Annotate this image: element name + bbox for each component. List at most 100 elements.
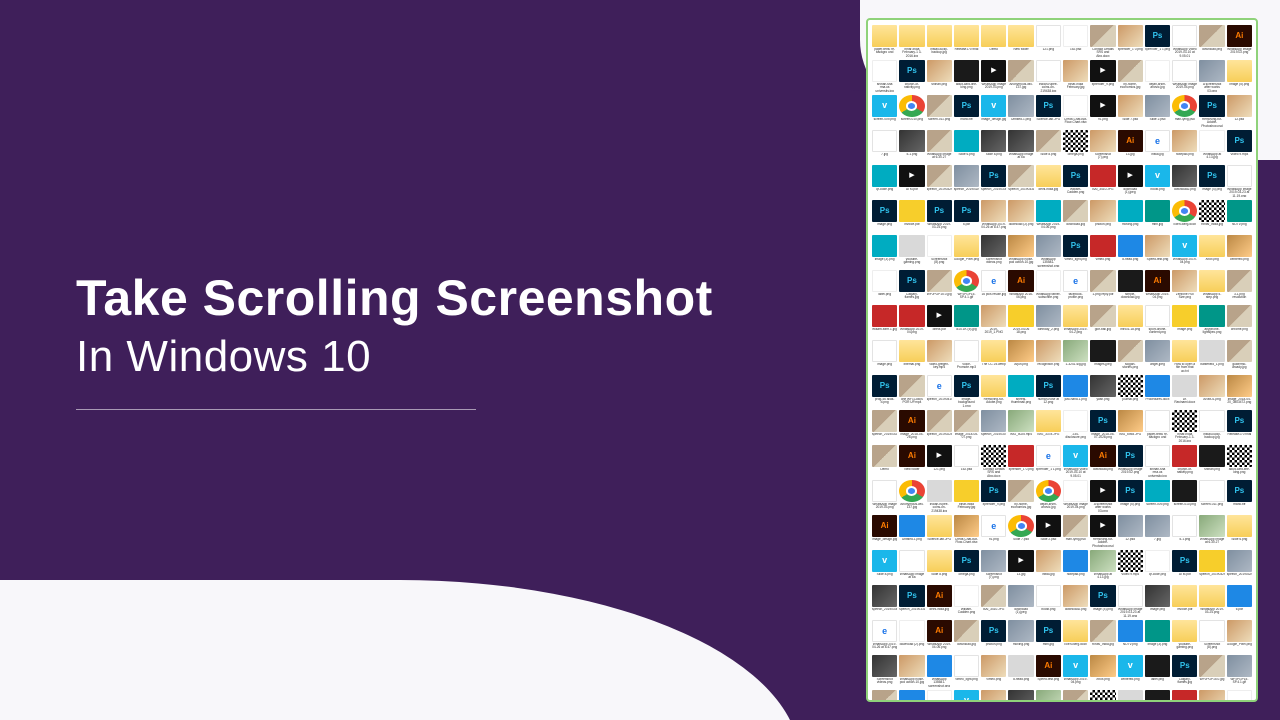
file-item[interactable]: 121.png: [927, 445, 952, 477]
file-item[interactable]: WhatsApp 2016-06.png: [1008, 270, 1033, 302]
file-item[interactable]: Zenfone Full Size.png: [1063, 690, 1088, 702]
file-item[interactable]: Contact Details SRS and Abg.docx: [1090, 25, 1115, 57]
file-item[interactable]: image_2018-05-07.png: [954, 410, 979, 442]
file-item[interactable]: church-of-nativity.png: [899, 60, 924, 92]
file-item[interactable]: youtube-gaming.png: [899, 235, 924, 267]
file-item[interactable]: A screenshot after works 03.png: [1090, 480, 1115, 512]
file-item[interactable]: one WF1C8BIS POR UP.mp4: [899, 375, 924, 407]
file-item[interactable]: angel.jpeg: [1145, 340, 1170, 372]
file-item[interactable]: WhatsApp Image at 6.30.27: [927, 130, 952, 162]
file-item[interactable]: mith.jpg: [1145, 200, 1170, 232]
file-item[interactable]: internal.png: [899, 340, 924, 372]
file-item[interactable]: William-Cadden.png: [954, 585, 979, 617]
file-item[interactable]: adult-card-line-king.png: [954, 60, 979, 92]
file-item[interactable]: WhatsApp at 4.13.jpg: [1090, 550, 1115, 582]
file-item[interactable]: youtube-gaming.png: [1172, 620, 1197, 652]
file-item[interactable]: d-head.png: [1118, 235, 1143, 267]
file-item[interactable]: WhatsApp Image 2019-04.png: [1172, 60, 1197, 92]
file-item[interactable]: simple-download.jpg: [1008, 690, 1033, 702]
file-item[interactable]: Zenfone Full Size.png: [1172, 270, 1197, 302]
file-item[interactable]: WhatsApp 2019-04.png: [1172, 235, 1197, 267]
file-item[interactable]: download2.png: [1172, 165, 1197, 197]
file-item[interactable]: A screenshot after works 03.png: [1199, 60, 1224, 92]
file-item[interactable]: 814 ZK (5).jpg: [1227, 690, 1252, 702]
file-item[interactable]: screen-010.png: [899, 95, 924, 127]
file-item[interactable]: man-lying.psd: [1172, 95, 1197, 127]
file-item[interactable]: Speed-test.png: [1036, 655, 1061, 687]
file-item[interactable]: WhatsApp 2019-04-26 at 8.47.png: [981, 200, 1006, 232]
file-item[interactable]: Dr. Ravinami.docx: [1172, 375, 1197, 407]
file-item[interactable]: chrome.png: [1227, 305, 1252, 337]
file-item[interactable]: WhatsApp Image at 6a: [1008, 130, 1033, 162]
file-item[interactable]: WhatsApp 2019-03-24.png: [1199, 585, 1224, 617]
file-item[interactable]: Untitled-1.png: [1008, 95, 1033, 127]
file-item[interactable]: invoice.pdf: [1172, 585, 1197, 617]
file-item[interactable]: 1-png reply.pdf: [981, 690, 1006, 702]
file-item[interactable]: screen-009.png: [1145, 480, 1170, 512]
file-item[interactable]: Screenshot videos.png: [981, 235, 1006, 267]
file-item[interactable]: xprender_1 0.png: [1118, 25, 1143, 57]
file-item[interactable]: Release170 final: [1227, 410, 1252, 442]
file-item[interactable]: notepad.png: [1172, 130, 1197, 162]
file-item[interactable]: The CC 25.webp: [981, 340, 1006, 372]
file-item[interactable]: intro-6-18.png: [1118, 305, 1143, 337]
file-item[interactable]: Video 9.mp4: [1227, 130, 1252, 162]
file-item[interactable]: 1-3241-sig.jpg: [1063, 340, 1088, 372]
file-item[interactable]: facebook-profile.png: [954, 690, 979, 702]
file-item[interactable]: 2019-04-06 18.png: [1008, 305, 1033, 337]
file-item[interactable]: human-nose at 12.png: [1036, 375, 1061, 407]
file-item[interactable]: WhatsApp Image 2019-03.png: [981, 60, 1006, 92]
file-item[interactable]: 12.psd: [1118, 515, 1143, 547]
file-item[interactable]: Video 9.mp4: [1118, 550, 1143, 582]
file-item[interactable]: WhatsApp 2019-04-2.png: [1063, 305, 1088, 337]
file-item[interactable]: image (3).png: [872, 235, 897, 267]
file-item[interactable]: xprender_1 0.png: [1008, 445, 1033, 477]
file-item[interactable]: eksam-form.1.jpg: [1145, 690, 1170, 702]
file-item[interactable]: boost.png: [1036, 585, 1061, 617]
file-item[interactable]: battlefield_1.png: [1199, 340, 1224, 372]
file-item[interactable]: Anonymous-will-137.jpg: [899, 480, 924, 512]
file-item[interactable]: Science-lab.JPG: [927, 515, 952, 547]
file-item[interactable]: Calgary-flames.jpg: [899, 270, 924, 302]
file-item[interactable]: Demo: [981, 25, 1006, 57]
file-item[interactable]: William-Cadden.png: [1063, 165, 1088, 197]
file-item[interactable]: screen-010.png: [1172, 480, 1197, 512]
file-item[interactable]: Ellen-Berg.docx: [1063, 620, 1088, 652]
file-item[interactable]: delhi-india.jpg: [1036, 165, 1061, 197]
file-item[interactable]: paper-textu re-backgro und: [872, 25, 897, 57]
file-item[interactable]: Ellen-Berg.docx: [1172, 200, 1197, 232]
file-item[interactable]: mario.tiff: [1227, 480, 1252, 512]
file-item[interactable]: Screenshot (7).png: [981, 550, 1006, 582]
file-item[interactable]: WhatsApp noise-pod uction-10.jpg: [1008, 235, 1033, 267]
file-item[interactable]: Slide 8.png: [981, 130, 1006, 162]
file-item[interactable]: image_2018-04-20_0803472.png: [1227, 375, 1252, 407]
file-item[interactable]: IMG_3378.JPG: [1036, 410, 1061, 442]
file-item[interactable]: speech_201903300842.ogg: [981, 165, 1006, 197]
file-item[interactable]: facebook-profile.png: [1063, 270, 1088, 302]
file-item[interactable]: Slide 8.png: [927, 550, 952, 582]
file-item[interactable]: direct.pdf: [927, 305, 952, 337]
file-item[interactable]: speech_201903021601.ogg: [872, 410, 897, 442]
file-item[interactable]: 3-1.png resolution: [1118, 690, 1143, 702]
file-item[interactable]: WhatsApp 2019-04.png: [1063, 655, 1088, 687]
file-item[interactable]: images.jpeg: [1090, 340, 1115, 372]
file-item[interactable]: Contact Details SRS and Abg.docx: [981, 445, 1006, 477]
file-item[interactable]: speech_201903310942.ogg: [899, 585, 924, 617]
file-item[interactable]: adult-card-line-king.png: [1227, 445, 1252, 477]
file-item[interactable]: bihar-india February.jpg: [954, 480, 979, 512]
file-item[interactable]: journal.png: [1118, 375, 1143, 407]
file-item[interactable]: How to open a file from that up.txt: [1172, 340, 1197, 372]
file-item[interactable]: New folder: [1008, 25, 1033, 57]
file-item[interactable]: image (3).png: [1145, 620, 1170, 652]
file-item[interactable]: 234-disclosure.png: [1063, 410, 1088, 442]
file-item[interactable]: indian-rupee-coins-on-219438.jpg: [1036, 60, 1061, 92]
file-item[interactable]: WhatsApp 2019-04-06.png: [927, 620, 952, 652]
file-item[interactable]: WhatsApp 2019-04.png: [1036, 690, 1061, 702]
file-item[interactable]: speech_201904141730.ogg: [927, 375, 952, 407]
file-item[interactable]: image (4).png: [1090, 585, 1115, 617]
file-item[interactable]: speech_201903290852.ogg: [927, 165, 952, 197]
file-item[interactable]: 5-1.png: [1172, 515, 1197, 547]
file-item[interactable]: WhatsApp 2019-04.png: [1145, 270, 1170, 302]
file-item[interactable]: qr-code.png: [872, 165, 897, 197]
file-item[interactable]: photon.png: [1090, 200, 1115, 232]
